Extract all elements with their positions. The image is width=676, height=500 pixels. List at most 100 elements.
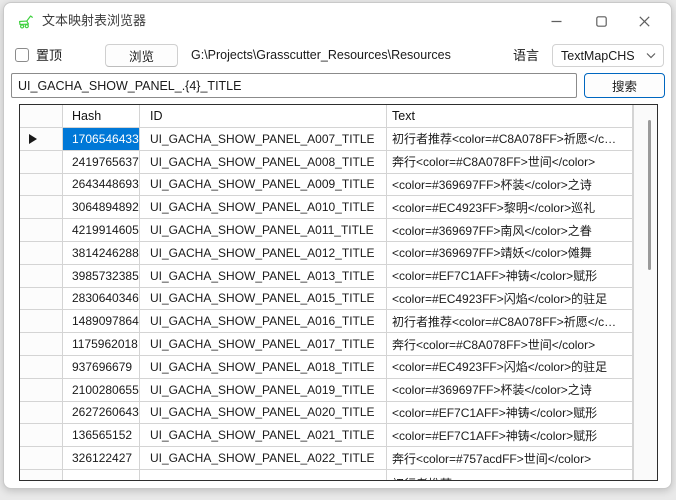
hash-cell[interactable]: 3985732385 (63, 265, 140, 287)
table-row: 3985732385 UI_GACHA_SHOW_PANEL_A013_TITL… (20, 265, 633, 288)
browse-button-label: 浏览 (129, 46, 154, 65)
text-cell[interactable]: 奔行<color=#757acdFF>世间</color> (387, 447, 633, 469)
text-cell[interactable]: 奔行<color=#C8A078FF>世间</color> (387, 151, 633, 173)
hash-cell[interactable]: 3814246288 (63, 242, 140, 264)
table-row: 2830640346 UI_GACHA_SHOW_PANEL_A015_TITL… (20, 288, 633, 311)
text-cell[interactable]: <color=#EF7C1AFF>神铸</color>赋形 (387, 424, 633, 446)
partial-row: 初行者推荐 (20, 470, 633, 480)
table-row: 3814246288 UI_GACHA_SHOW_PANEL_A012_TITL… (20, 242, 633, 265)
row-header-corner (20, 105, 63, 127)
row-header-cell[interactable] (20, 242, 63, 264)
hash-cell[interactable]: 1175962018 (63, 333, 140, 355)
hash-cell[interactable]: 1706546433 (63, 128, 140, 150)
text-cell[interactable]: <color=#EF7C1AFF>神铸</color>赋形 (387, 265, 633, 287)
id-cell[interactable]: UI_GACHA_SHOW_PANEL_A017_TITLE (140, 333, 387, 355)
text-cell[interactable]: <color=#369697FF>杯装</color>之诗 (387, 379, 633, 401)
table-row: 1489097864 UI_GACHA_SHOW_PANEL_A016_TITL… (20, 310, 633, 333)
id-cell[interactable]: UI_GACHA_SHOW_PANEL_A019_TITLE (140, 379, 387, 401)
hash-cell[interactable]: 2830640346 (63, 288, 140, 310)
hash-cell[interactable]: 2419765637 (63, 151, 140, 173)
column-header-hash[interactable]: Hash (63, 105, 140, 127)
grid-header-row: Hash ID Text (20, 105, 633, 128)
hash-cell[interactable]: 2100280655 (63, 379, 140, 401)
hash-cell[interactable]: 136565152 (63, 424, 140, 446)
hash-cell[interactable]: 4219914605 (63, 219, 140, 241)
table-row: 3064894892 UI_GACHA_SHOW_PANEL_A010_TITL… (20, 196, 633, 219)
hash-cell[interactable]: 1489097864 (63, 310, 140, 332)
vertical-scrollbar[interactable] (633, 105, 657, 480)
browse-button[interactable]: 浏览 (105, 44, 178, 67)
text-cell[interactable]: <color=#369697FF>杯装</color>之诗 (387, 174, 633, 196)
id-cell (140, 470, 387, 480)
hash-cell[interactable]: 937696679 (63, 356, 140, 378)
language-dropdown[interactable]: TextMapCHS (552, 44, 664, 67)
row-header-cell[interactable] (20, 128, 63, 150)
row-header-cell[interactable] (20, 424, 63, 446)
title-bar[interactable]: 文本映射表浏览器 (4, 3, 671, 39)
current-row-arrow-icon (29, 134, 37, 144)
text-cell[interactable]: <color=#369697FF>靖妖</color>傩舞 (387, 242, 633, 264)
pin-on-top-label: 置顶 (36, 45, 62, 67)
id-cell[interactable]: UI_GACHA_SHOW_PANEL_A011_TITLE (140, 219, 387, 241)
row-header-cell[interactable] (20, 333, 63, 355)
row-header-cell[interactable] (20, 196, 63, 218)
table-row: 326122427 UI_GACHA_SHOW_PANEL_A022_TITLE… (20, 447, 633, 470)
text-cell[interactable]: 初行者推荐<color=#C8A078FF>祈愿</c… (387, 310, 633, 332)
close-button[interactable] (622, 3, 667, 39)
scrollbar-thumb[interactable] (648, 120, 651, 270)
resources-path: G:\Projects\Grasscutter_Resources\Resour… (191, 44, 451, 67)
row-header-cell[interactable] (20, 219, 63, 241)
text-cell[interactable]: <color=#369697FF>南风</color>之眷 (387, 219, 633, 241)
id-cell[interactable]: UI_GACHA_SHOW_PANEL_A015_TITLE (140, 288, 387, 310)
id-cell[interactable]: UI_GACHA_SHOW_PANEL_A022_TITLE (140, 447, 387, 469)
hash-cell (63, 470, 140, 480)
row-header-cell[interactable] (20, 356, 63, 378)
row-header-cell (20, 470, 63, 480)
row-header-cell[interactable] (20, 288, 63, 310)
id-cell[interactable]: UI_GACHA_SHOW_PANEL_A010_TITLE (140, 196, 387, 218)
row-header-cell[interactable] (20, 447, 63, 469)
grasscutter-app-icon (17, 13, 34, 30)
close-icon (639, 16, 650, 27)
text-cell[interactable]: 奔行<color=#C8A078FF>世间</color> (387, 333, 633, 355)
id-cell[interactable]: UI_GACHA_SHOW_PANEL_A012_TITLE (140, 242, 387, 264)
language-dropdown-value: TextMapCHS (561, 49, 635, 63)
id-cell[interactable]: UI_GACHA_SHOW_PANEL_A016_TITLE (140, 310, 387, 332)
id-cell[interactable]: UI_GACHA_SHOW_PANEL_A008_TITLE (140, 151, 387, 173)
text-cell[interactable]: <color=#EF7C1AFF>神铸</color>赋形 (387, 402, 633, 424)
id-cell[interactable]: UI_GACHA_SHOW_PANEL_A020_TITLE (140, 402, 387, 424)
id-cell[interactable]: UI_GACHA_SHOW_PANEL_A009_TITLE (140, 174, 387, 196)
column-header-id[interactable]: ID (140, 105, 387, 127)
hash-cell[interactable]: 2643448693 (63, 174, 140, 196)
minimize-button[interactable] (534, 3, 579, 39)
text-cell[interactable]: <color=#EC4923FF>闪焰</color>的驻足 (387, 356, 633, 378)
text-cell[interactable]: <color=#EC4923FF>闪焰</color>的驻足 (387, 288, 633, 310)
language-label: 语言 (513, 44, 539, 67)
table-row: 2419765637 UI_GACHA_SHOW_PANEL_A008_TITL… (20, 151, 633, 174)
id-cell[interactable]: UI_GACHA_SHOW_PANEL_A018_TITLE (140, 356, 387, 378)
id-cell[interactable]: UI_GACHA_SHOW_PANEL_A013_TITLE (140, 265, 387, 287)
hash-cell[interactable]: 2627260643 (63, 402, 140, 424)
row-header-cell[interactable] (20, 379, 63, 401)
search-input[interactable] (11, 73, 577, 98)
text-cell[interactable]: 初行者推荐<color=#C8A078FF>祈愿</c… (387, 128, 633, 150)
search-button-label: 搜索 (612, 76, 637, 95)
text-cell[interactable]: <color=#EC4923FF>黎明</color>巡礼 (387, 196, 633, 218)
hash-cell[interactable]: 3064894892 (63, 196, 140, 218)
id-cell[interactable]: UI_GACHA_SHOW_PANEL_A007_TITLE (140, 128, 387, 150)
row-header-cell[interactable] (20, 402, 63, 424)
row-header-cell[interactable] (20, 310, 63, 332)
grid-body: 1706546433 UI_GACHA_SHOW_PANEL_A007_TITL… (20, 128, 633, 470)
column-header-text[interactable]: Text (387, 105, 633, 127)
search-button[interactable]: 搜索 (584, 73, 665, 98)
pin-on-top-checkbox[interactable] (15, 48, 29, 62)
row-header-cell[interactable] (20, 174, 63, 196)
row-header-cell[interactable] (20, 265, 63, 287)
table-row: 136565152 UI_GACHA_SHOW_PANEL_A021_TITLE… (20, 424, 633, 447)
row-header-cell[interactable] (20, 151, 63, 173)
maximize-button[interactable] (579, 3, 624, 39)
textmap-grid: Hash ID Text 1706546433 UI_GACHA_SHOW_PA… (19, 104, 658, 481)
table-row: 2100280655 UI_GACHA_SHOW_PANEL_A019_TITL… (20, 379, 633, 402)
id-cell[interactable]: UI_GACHA_SHOW_PANEL_A021_TITLE (140, 424, 387, 446)
hash-cell[interactable]: 326122427 (63, 447, 140, 469)
